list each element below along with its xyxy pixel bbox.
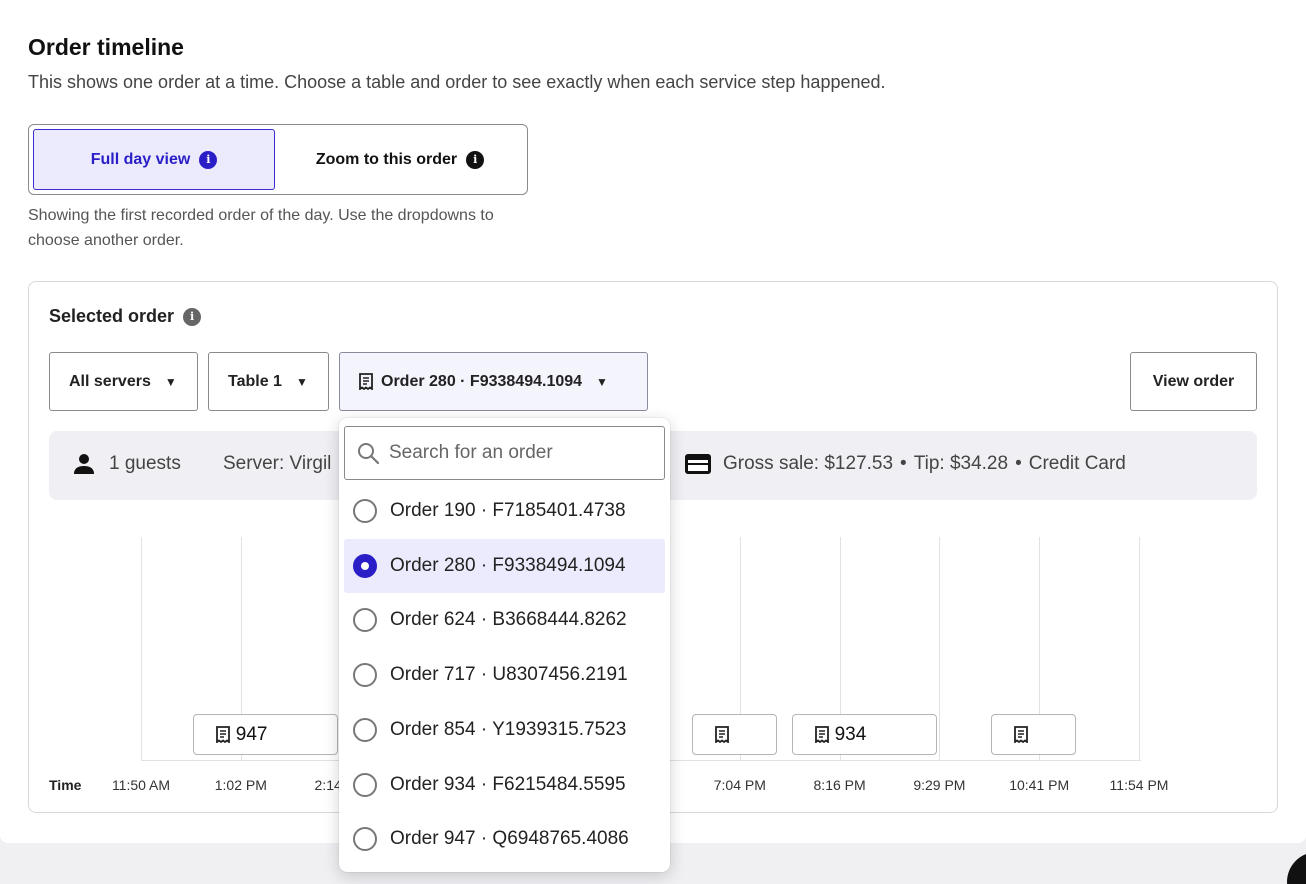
radio-checked-icon[interactable] <box>353 553 377 578</box>
help-launcher-button[interactable] <box>1287 852 1306 884</box>
order-option[interactable]: Order 717 · U8307456.2191 <box>344 648 665 702</box>
receipt-icon <box>714 726 729 743</box>
caret-down-icon: ▼ <box>596 374 608 389</box>
table-select[interactable]: Table 1 ▼ <box>208 352 329 411</box>
panel-title: Selected order i <box>49 306 202 327</box>
person-icon <box>73 453 95 475</box>
order-option-label: Order 280 · F9338494.1094 <box>390 554 626 576</box>
guests-count: 1 guests <box>109 453 181 474</box>
view-order-button[interactable]: View order <box>1130 352 1257 411</box>
server-select[interactable]: All servers ▼ <box>49 352 198 411</box>
zoom-to-order-label: Zoom to this order <box>315 150 458 168</box>
separator-dot: • <box>900 453 907 474</box>
order-option-label: Order 934 · F6215484.5595 <box>390 773 626 795</box>
timeline-axis-label: Time <box>49 777 82 793</box>
tip-amount: Tip: $34.28 <box>913 453 1009 474</box>
timeline-gridline <box>1139 537 1140 761</box>
order-option[interactable]: Order 624 · B3668444.8262 <box>344 593 665 647</box>
order-marker-label: 947 <box>235 723 268 745</box>
order-option-label: Order 854 · Y1939315.7523 <box>390 718 627 740</box>
order-option-label: Order 190 · F7185401.4738 <box>390 500 626 521</box>
order-search-field[interactable] <box>344 426 665 480</box>
order-marker[interactable] <box>991 714 1077 755</box>
payment-info: Gross sale: $127.53 • Tip: $34.28 • Cred… <box>685 453 1126 475</box>
order-option[interactable]: Order 190 · F7185401.4738 <box>344 484 665 538</box>
radio-unchecked-icon[interactable] <box>353 499 377 523</box>
timeline-gridline <box>141 537 142 761</box>
full-day-view-label: Full day view <box>90 150 191 168</box>
timeline-tick-label: 7:04 PM <box>713 777 766 793</box>
view-toggle: Full day view i Zoom to this order i <box>28 124 528 195</box>
radio-unchecked-icon[interactable] <box>353 772 377 797</box>
receipt-icon <box>359 373 373 390</box>
zoom-to-order-button[interactable]: Zoom to this order i <box>279 129 521 190</box>
order-option[interactable]: Order 934 · F6215484.5595 <box>344 758 665 812</box>
order-dropdown-menu: Order 190 · F7185401.4738 Order 280 · F93… <box>339 418 670 872</box>
gross-sale: Gross sale: $127.53 <box>723 453 894 474</box>
timeline-tick-label: 8:16 PM <box>813 777 866 793</box>
info-icon[interactable]: i <box>199 150 218 169</box>
server-name: Server: Virgil <box>223 453 332 474</box>
order-option[interactable]: Order 947 · Q6948765.4086 <box>344 812 665 866</box>
order-marker-label: 934 <box>834 723 867 745</box>
order-select-value: Order 280 · F9338494.1094 <box>381 372 583 390</box>
receipt-icon <box>215 726 230 743</box>
page-subtitle: This shows one order at a time. Choose a… <box>28 72 886 92</box>
order-marker[interactable] <box>691 714 777 755</box>
timeline-gridline <box>939 537 941 761</box>
info-icon[interactable]: i <box>466 150 485 169</box>
panel-title-text: Selected order <box>49 306 175 326</box>
timeline-tick-label: 1:02 PM <box>214 777 267 793</box>
search-icon <box>357 442 379 464</box>
timeline-tick-label: 11:54 PM <box>1109 777 1169 793</box>
timeline-tick-label: 11:50 AM <box>111 777 171 793</box>
full-day-view-button[interactable]: Full day view i <box>33 129 275 190</box>
order-select[interactable]: Order 280 · F9338494.1094 ▼ <box>339 352 648 411</box>
radio-unchecked-icon[interactable] <box>353 608 377 633</box>
radio-unchecked-icon[interactable] <box>353 663 377 688</box>
separator-dot: • <box>1015 453 1022 474</box>
caret-down-icon: ▼ <box>295 374 308 389</box>
table-select-value: Table 1 <box>228 372 282 390</box>
page-title: Order timeline <box>28 34 184 60</box>
server-select-value: All servers <box>69 372 151 390</box>
guests-info: 1 guests <box>73 453 181 475</box>
order-option[interactable]: Order 280 · F9338494.1094 <box>344 538 665 593</box>
radio-unchecked-icon[interactable] <box>353 827 377 852</box>
receipt-icon <box>814 726 829 743</box>
order-option-label: Order 624 · B3668444.8262 <box>390 609 627 631</box>
timeline-tick-label: 10:41 PM <box>1009 777 1070 793</box>
order-marker[interactable]: 947 <box>192 714 338 755</box>
receipt-icon <box>1014 726 1029 743</box>
caret-down-icon: ▼ <box>164 374 177 389</box>
credit-card-icon <box>685 454 711 474</box>
radio-unchecked-icon[interactable] <box>353 717 377 742</box>
helper-text: Showing the first recorded order of the … <box>28 207 494 249</box>
order-option-label: Order 947 · Q6948765.4086 <box>390 828 629 850</box>
payment-method: Credit Card <box>1028 453 1126 474</box>
order-option-label: Order 717 · U8307456.2191 <box>390 664 628 686</box>
order-marker[interactable]: 934 <box>791 714 937 755</box>
timeline-tick-label: 9:29 PM <box>913 777 966 793</box>
order-search-input[interactable] <box>389 442 649 464</box>
order-option[interactable]: Order 854 · Y1939315.7523 <box>344 703 665 757</box>
info-icon[interactable]: i <box>183 307 202 326</box>
